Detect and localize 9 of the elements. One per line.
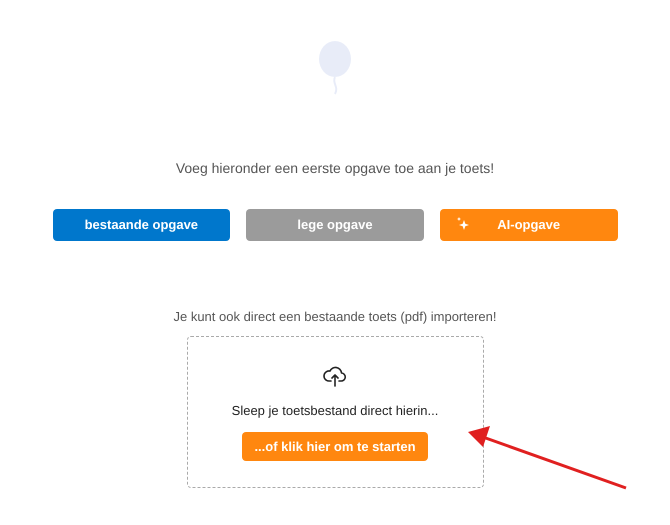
dropzone-text: Sleep je toetsbestand direct hierin...	[232, 402, 438, 420]
import-hint: Je kunt ook direct een bestaande toets (pdf) importeren!	[173, 308, 497, 326]
upload-button[interactable]: ...of klik hier om te starten	[242, 432, 428, 461]
add-question-button[interactable]: bestaande opgave	[52, 209, 230, 241]
upload-cloud-icon	[322, 364, 348, 386]
dropzone[interactable]: Sleep je toetsbestand direct hierin... ...of klik hier om te starten	[186, 336, 484, 488]
add-question-button[interactable]: AI-opgave	[440, 209, 618, 241]
intro-text: Voeg hieronder een eerste opgave toe aan je toets!	[176, 159, 494, 178]
add-question-button[interactable]: lege opgave	[246, 209, 424, 241]
